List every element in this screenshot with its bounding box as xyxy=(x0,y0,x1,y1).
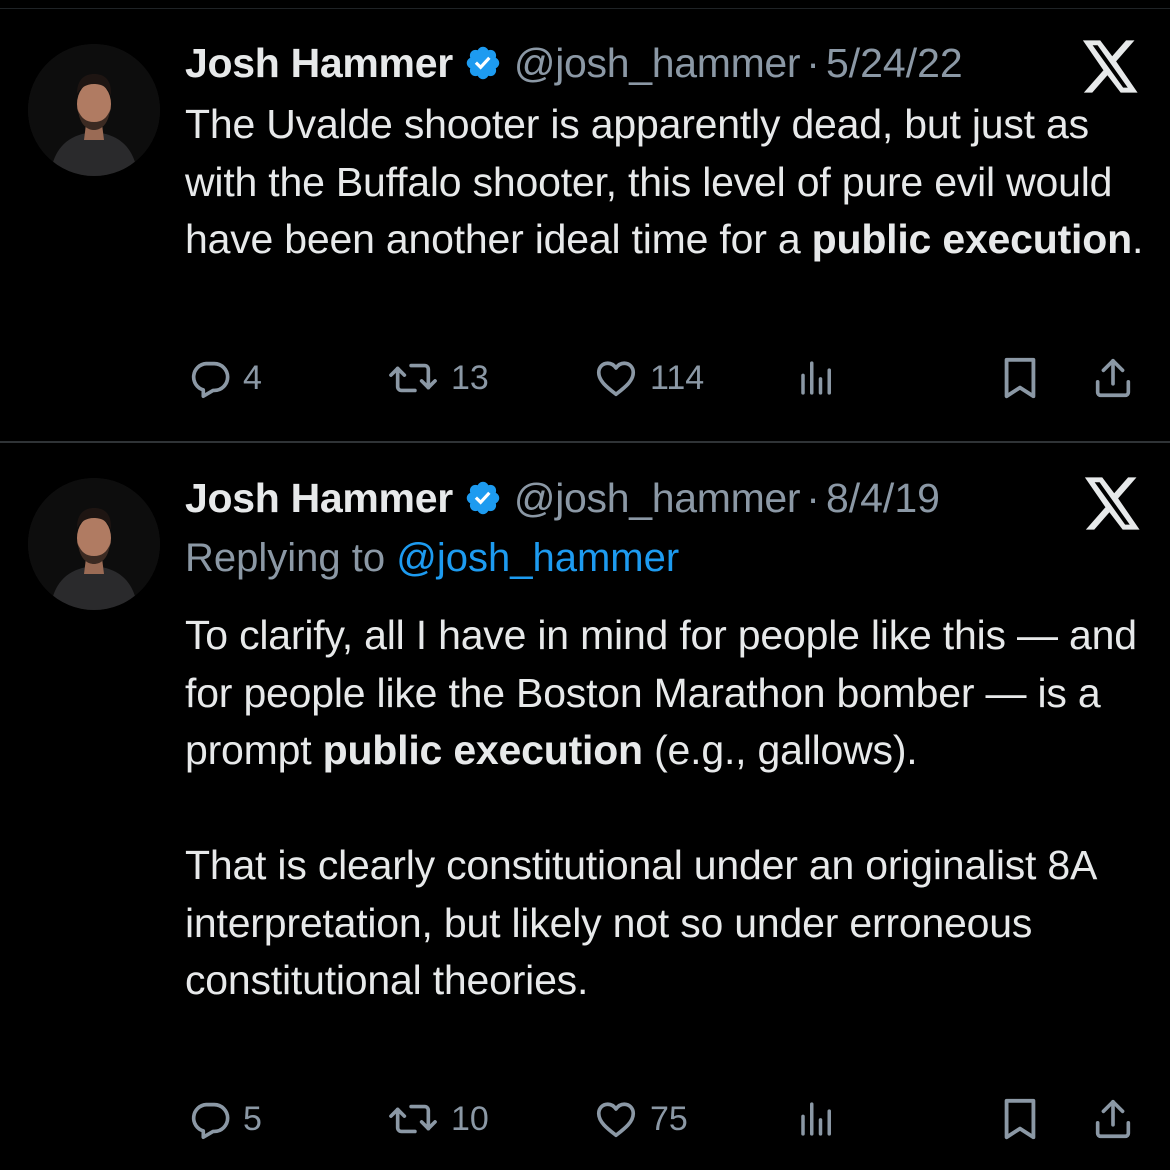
share-button[interactable] xyxy=(1090,1089,1136,1149)
repost-button[interactable]: 10 xyxy=(385,1089,489,1149)
like-count: 75 xyxy=(650,1099,688,1138)
avatar[interactable] xyxy=(28,478,160,610)
action-bar: 5 10 75 xyxy=(0,1089,1170,1149)
x-logo-icon xyxy=(1084,477,1142,531)
views-icon xyxy=(796,355,838,401)
bold-text: public execution xyxy=(811,216,1132,262)
tweet-paragraph: That is clearly constitutional under an … xyxy=(185,842,1095,1003)
heart-icon xyxy=(592,1096,640,1142)
tweet-text: The Uvalde shooter is apparently dead, b… xyxy=(185,96,1150,269)
text-segment: . xyxy=(1131,216,1144,262)
tweet-paragraph: To clarify, all I have in mind for peopl… xyxy=(185,607,1150,780)
views-button[interactable] xyxy=(796,1089,838,1149)
heart-icon xyxy=(592,355,640,401)
repost-button[interactable]: 13 xyxy=(385,348,489,408)
reply-icon xyxy=(187,1096,233,1142)
tweet-date[interactable]: 8/4/19 xyxy=(826,475,940,522)
bookmark-icon xyxy=(1000,355,1040,401)
repost-count: 10 xyxy=(451,1099,489,1138)
tweet-date[interactable]: 5/24/22 xyxy=(826,40,963,87)
author-name[interactable]: Josh Hammer xyxy=(185,40,453,87)
reply-count: 4 xyxy=(243,358,262,397)
repost-count: 13 xyxy=(451,358,489,397)
like-button[interactable]: 75 xyxy=(592,1089,688,1149)
views-button[interactable] xyxy=(796,348,838,408)
tweet-header: Josh Hammer @josh_hammer · 5/24/22 xyxy=(185,38,963,88)
action-bar: 4 13 114 xyxy=(0,348,1170,408)
verified-badge-icon xyxy=(464,479,502,517)
share-icon xyxy=(1090,355,1136,401)
reply-button[interactable]: 4 xyxy=(187,348,262,408)
like-count: 114 xyxy=(650,358,705,397)
reply-icon xyxy=(187,355,233,401)
separator-dot: · xyxy=(806,474,820,521)
replying-to-label: Replying to xyxy=(185,536,386,580)
repost-icon xyxy=(385,1096,441,1142)
avatar[interactable] xyxy=(28,44,160,176)
reply-count: 5 xyxy=(243,1099,262,1138)
mention-link[interactable]: @josh_hammer xyxy=(396,536,679,580)
tweet[interactable]: Josh Hammer @josh_hammer · 5/24/22 The U… xyxy=(0,0,1170,441)
author-name[interactable]: Josh Hammer xyxy=(185,475,453,522)
tweet-text: To clarify, all I have in mind for peopl… xyxy=(185,607,1150,1010)
bookmark-button[interactable] xyxy=(1000,348,1040,408)
replying-to: Replying to @josh_hammer xyxy=(185,536,679,581)
separator-dot: · xyxy=(806,39,820,86)
bold-text: public execution xyxy=(322,727,643,773)
x-logo-icon xyxy=(1082,40,1140,94)
text-segment: (e.g., gallows). xyxy=(642,727,918,773)
author-handle[interactable]: @josh_hammer xyxy=(514,475,801,522)
repost-icon xyxy=(385,355,441,401)
bookmark-icon xyxy=(1000,1096,1040,1142)
views-icon xyxy=(796,1096,838,1142)
like-button[interactable]: 114 xyxy=(592,348,704,408)
share-icon xyxy=(1090,1096,1136,1142)
tweet-header: Josh Hammer @josh_hammer · 8/4/19 xyxy=(185,473,940,523)
tweet-paragraph: The Uvalde shooter is apparently dead, b… xyxy=(185,96,1150,269)
tweet[interactable]: Josh Hammer @josh_hammer · 8/4/19 Replyi… xyxy=(0,443,1170,1170)
share-button[interactable] xyxy=(1090,348,1136,408)
reply-button[interactable]: 5 xyxy=(187,1089,262,1149)
bookmark-button[interactable] xyxy=(1000,1089,1040,1149)
verified-badge-icon xyxy=(464,44,502,82)
author-handle[interactable]: @josh_hammer xyxy=(514,40,801,87)
